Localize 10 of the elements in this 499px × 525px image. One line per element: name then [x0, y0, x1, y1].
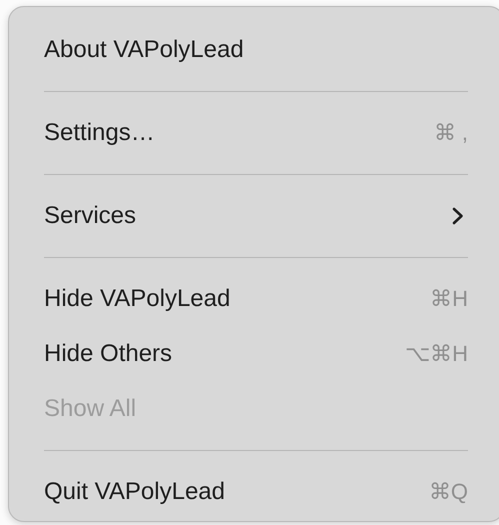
menu-item[interactable]: Hide VAPolyLead	[44, 284, 230, 312]
shortcut-label: ⌘Q	[428, 478, 468, 504]
shortcut-label: ⌥⌘H	[405, 340, 468, 366]
shortcut-label: ⌘H	[430, 286, 468, 312]
menu-item[interactable]: Settings…	[44, 118, 155, 146]
menu-item[interactable]: About VAPolyLead	[44, 36, 244, 64]
menu-item[interactable]: Hide Others	[44, 340, 172, 368]
menu-item[interactable]: Quit VAPolyLead	[44, 478, 225, 506]
shortcut-label: ⌘ ,	[434, 120, 468, 146]
menu-item[interactable]: Services	[44, 202, 136, 230]
